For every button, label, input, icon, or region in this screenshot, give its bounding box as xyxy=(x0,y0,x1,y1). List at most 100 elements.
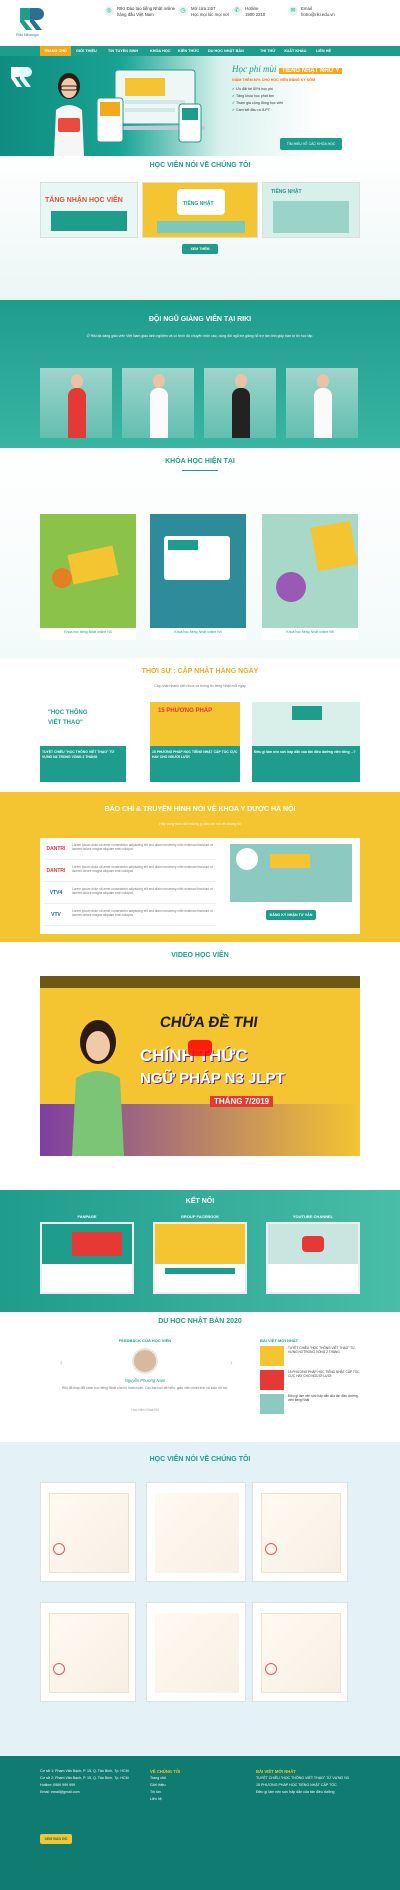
teacher-photo[interactable] xyxy=(40,368,112,438)
post-title[interactable]: 15 PHƯƠNG PHÁP HỌC TIẾNG NHẬT CẤP TỐC CỰ… xyxy=(288,1370,362,1378)
footer-line: Hotline: 0989 999 999 xyxy=(40,1783,76,1787)
news-card[interactable]: "HỌC THÔNG VIẾT THẠO" TUYỆT CHIÊU "HỌC TH… xyxy=(40,702,126,782)
nav-item-export[interactable]: XUẤT KHẨU xyxy=(280,46,310,56)
title-divider xyxy=(182,470,218,471)
hero-title-badge: TIẾNG NHẬT NHƯ Ý xyxy=(278,68,343,74)
play-icon[interactable] xyxy=(188,1040,212,1056)
post-title[interactable]: Điều gì làm nên sức hấp dẫn của tân điều… xyxy=(288,1394,362,1402)
section-description: Hãy cùng theo dõi những gì báo chí nói v… xyxy=(159,822,241,826)
student-video-player[interactable]: CHỮA ĐỀ THI CHÍNH THỨC NGỮ PHÁP N3 JLPT … xyxy=(40,976,360,1156)
teacher-photo[interactable] xyxy=(122,368,194,438)
post-title[interactable]: TUYỆT CHIÊU "HỌC THÔNG VIẾT THẠO" TỪ VỰN… xyxy=(288,1346,362,1354)
info-text-2: Mở cửa 24/7 Học mọi lúc mọi nơi xyxy=(191,6,229,17)
hero-student-photo xyxy=(54,73,84,156)
letter-card[interactable] xyxy=(146,1482,246,1582)
consult-button[interactable]: ĐĂNG KÝ NHẬN TƯ VẤN xyxy=(266,910,316,920)
nav-item-admissions[interactable]: TIN TUYỂN SINH xyxy=(104,46,142,56)
clock-icon: ◷ xyxy=(178,6,188,16)
course-card[interactable]: Khóa học tiếng Nhật online N4 xyxy=(150,514,246,640)
course-label[interactable]: Khóa học tiếng Nhật online N4 xyxy=(150,630,246,634)
press-row[interactable]: VTV Lorem ipsum dolor sit amet consectetu… xyxy=(44,906,216,926)
nav-item-courses[interactable]: KHÓA HỌC xyxy=(146,46,175,56)
news-title[interactable]: 15 PHƯƠNG PHÁP HỌC TIẾNG NHẬT CẤP TỐC CỰ… xyxy=(150,748,240,761)
course-card[interactable]: Khóa học tiếng Nhật online N5 xyxy=(262,514,358,640)
course-image xyxy=(262,514,358,628)
footer-post[interactable]: 15 PHƯƠNG PHÁP HỌC TIẾNG NHẬT CẤP TỐC xyxy=(256,1782,364,1789)
letter-card[interactable] xyxy=(252,1602,348,1702)
letter-card[interactable] xyxy=(40,1482,136,1582)
nav-item-mock-test[interactable]: THI THỬ xyxy=(256,46,279,56)
section-title: VIDEO HỌC VIÊN xyxy=(171,952,229,959)
press-logo: DANTRI xyxy=(46,868,66,874)
course-label[interactable]: Khóa học tiếng Nhật online N5 xyxy=(262,630,358,634)
press-video-thumbnail[interactable] xyxy=(230,844,352,902)
nav-item-study-abroad[interactable]: DU HỌC NHẬT BẢN xyxy=(204,46,248,56)
news-card[interactable]: Điều gì làm nên sức hấp dẫn của tân điều… xyxy=(252,702,360,782)
map-button[interactable]: XEM BẢN ĐỒ xyxy=(40,1834,72,1844)
section-title: THỜI SỰ : CẬP NHẬT HÀNG NGÀY xyxy=(141,668,259,675)
testimonial-card-title: TIẾNG NHẬT xyxy=(183,201,214,207)
hero-banner[interactable]: Học phí mùi TIẾNG NHẬT NHƯ Ý GIẢM THÊM 4… xyxy=(0,56,400,156)
teacher-photo[interactable] xyxy=(204,368,276,438)
phone-icon: ✆ xyxy=(232,6,242,16)
press-row[interactable]: DANTRI Lorem ipsum dolor sit amet consect… xyxy=(44,840,216,860)
footer-post[interactable]: TUYỆT CHIÊU "HỌC THÔNG VIẾT THẠO" TỪ VỰN… xyxy=(256,1775,364,1782)
post-thumbnail[interactable] xyxy=(260,1370,284,1390)
press-logo: DANTRI xyxy=(46,846,66,852)
footer-line: Cơ sở 1: Phạm Văn Bạch, P. 15, Q. Tân Bì… xyxy=(40,1769,129,1773)
chevron-right-icon[interactable]: › xyxy=(230,1358,233,1367)
footer-about: VỀ CHÚNG TÔI Trang chủ Giới thiệu Tin tứ… xyxy=(150,1768,240,1803)
course-label[interactable]: Khóa học tiếng Nhật online N3 xyxy=(40,630,136,634)
youtube-widget[interactable] xyxy=(266,1222,360,1294)
group-widget[interactable] xyxy=(153,1222,247,1294)
feedback-heading: FEEDBACK CỦA HỌC VIÊN xyxy=(118,1338,172,1343)
fanpage-widget[interactable] xyxy=(40,1222,134,1294)
testimonial-card-title: TIẾNG NHẬT xyxy=(271,189,302,195)
nav-item-knowledge[interactable]: KIẾN THỨC xyxy=(174,46,203,56)
testimonial-card[interactable]: TIẾNG NHẬT xyxy=(142,182,258,238)
top-header: Riki Nihongo ◎ RIKI Đào tạo tiếng Nhật on… xyxy=(0,0,400,46)
latest-posts-heading: BÀI VIẾT MỚI NHẤT xyxy=(260,1338,299,1343)
section-title: KẾT NỐI xyxy=(185,1198,215,1205)
footer: Cơ sở 1: Phạm Văn Bạch, P. 15, Q. Tân Bì… xyxy=(0,1756,400,1890)
news-title[interactable]: TUYỆT CHIÊU "HỌC THÔNG VIẾT THẠO" TỪ VỰN… xyxy=(40,748,126,761)
footer-link[interactable]: Tin tức xyxy=(150,1789,240,1796)
news-image: 15 PHƯƠNG PHÁP xyxy=(150,702,240,746)
news-image: "HỌC THÔNG VIẾT THẠO" xyxy=(40,702,126,746)
section-title: DU HỌC NHẬT BẢN 2020 xyxy=(158,1318,242,1325)
section-title: HỌC VIÊN NÓI VỀ CHÚNG TÔI xyxy=(149,162,251,169)
press-row[interactable]: DANTRI Lorem ipsum dolor sit amet consect… xyxy=(44,862,216,882)
chevron-left-icon[interactable]: ‹ xyxy=(60,1358,63,1367)
riki-logo[interactable] xyxy=(18,6,44,32)
press-logo: VTV xyxy=(51,912,61,918)
testimonial-card[interactable]: TIẾNG NHẬT xyxy=(262,182,360,238)
letter-card[interactable] xyxy=(252,1482,348,1582)
nav-item-about[interactable]: GIỚI THIỆU xyxy=(72,46,101,56)
footer-link[interactable]: Trang chủ xyxy=(150,1775,240,1782)
press-section: BÁO CHÍ & TRUYỀN HÌNH NÓI VỀ KHOA Y DƯỢC… xyxy=(0,792,400,942)
footer-link[interactable]: Giới thiệu xyxy=(150,1782,240,1789)
testimonial-card[interactable]: TĂNG NHẬN HỌC VIÊN xyxy=(40,182,138,238)
press-row[interactable]: VTV4 Lorem ipsum dolor sit amet consectet… xyxy=(44,884,216,904)
news-title[interactable]: Điều gì làm nên sức hấp dẫn của tân điều… xyxy=(252,748,360,757)
news-card[interactable]: 15 PHƯƠNG PHÁP 15 PHƯƠNG PHÁP HỌC TIẾNG … xyxy=(150,702,240,782)
footer-link[interactable]: Liên hệ xyxy=(150,1796,240,1803)
teacher-photo[interactable] xyxy=(286,368,358,438)
courses-section: KHÓA HỌC HIỆN TẠI Khóa học tiếng Nhật on… xyxy=(0,448,400,658)
nav-item-home[interactable]: TRANG CHỦ xyxy=(40,46,71,56)
letter-card[interactable] xyxy=(40,1602,136,1702)
press-text: Lorem ipsum dolor sit amet consectetur a… xyxy=(72,909,213,918)
hero-cta-button[interactable]: TÌM HIỂU VỀ CÁC KHÓA HỌC xyxy=(280,138,342,150)
course-image xyxy=(150,514,246,628)
nav-item-contact[interactable]: LIÊN HỆ xyxy=(312,46,335,56)
post-thumbnail[interactable] xyxy=(260,1394,284,1414)
course-card[interactable]: Khóa học tiếng Nhật online N3 xyxy=(40,514,136,640)
press-text: Lorem ipsum dolor sit amet consectetur a… xyxy=(72,887,213,896)
post-thumbnail[interactable] xyxy=(260,1346,284,1366)
teachers-section: ĐỘI NGŨ GIẢNG VIÊN TẠI RIKI Ở Riki đa dạ… xyxy=(0,300,400,448)
letter-card[interactable] xyxy=(146,1602,246,1702)
hero-bullet: Cam kết đầu ra JLPT xyxy=(232,107,283,114)
view-more-button[interactable]: XEM THÊM xyxy=(182,244,218,254)
info-text-3: Hotline 1900 2210 xyxy=(245,6,266,17)
footer-post[interactable]: Điều gì làm nên sức hấp dẫn của tân điều… xyxy=(256,1789,364,1796)
